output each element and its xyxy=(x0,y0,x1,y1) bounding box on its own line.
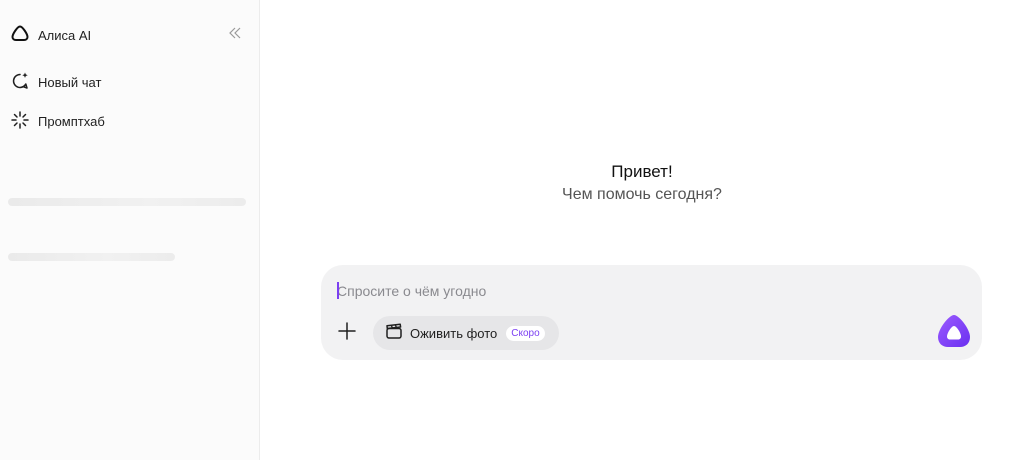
collapse-double-chevron-left-icon xyxy=(228,26,242,44)
sidebar-item-new-chat[interactable]: Новый чат xyxy=(10,71,101,93)
brand-name: Алиса AI xyxy=(38,27,92,43)
alice-send-icon xyxy=(936,313,972,354)
animate-photo-chip[interactable]: Оживить фото Скоро xyxy=(373,316,559,350)
prompt-input[interactable] xyxy=(337,279,937,303)
collapse-sidebar-button[interactable] xyxy=(226,26,244,44)
chip-label: Оживить фото xyxy=(410,325,498,341)
greeting-title: Привет! xyxy=(611,162,673,181)
send-button[interactable] xyxy=(935,314,973,352)
brand[interactable]: Алиса AI xyxy=(10,24,91,46)
attach-button[interactable] xyxy=(337,321,357,345)
sidebar-item-label: Промптхаб xyxy=(38,113,105,129)
loading-placeholder xyxy=(8,198,246,206)
sidebar: Алиса AI Новый чат Промптхаб xyxy=(0,0,260,460)
prompt-composer: Оживить фото Скоро xyxy=(321,265,982,360)
sidebar-item-label: Новый чат xyxy=(38,74,102,90)
text-cursor xyxy=(337,282,339,299)
soon-badge: Скоро xyxy=(506,325,545,341)
new-chat-bubble-icon xyxy=(10,71,30,94)
alice-logo-icon xyxy=(10,24,30,47)
greeting: Привет! Чем помочь сегодня? xyxy=(260,162,1024,206)
clapperboard-icon xyxy=(385,322,403,345)
greeting-subtitle: Чем помочь сегодня? xyxy=(562,186,722,203)
sparkle-burst-icon xyxy=(10,110,30,133)
plus-icon xyxy=(338,321,356,345)
sidebar-item-prompt-hub[interactable]: Промптхаб xyxy=(10,110,105,132)
loading-placeholder xyxy=(8,253,175,261)
